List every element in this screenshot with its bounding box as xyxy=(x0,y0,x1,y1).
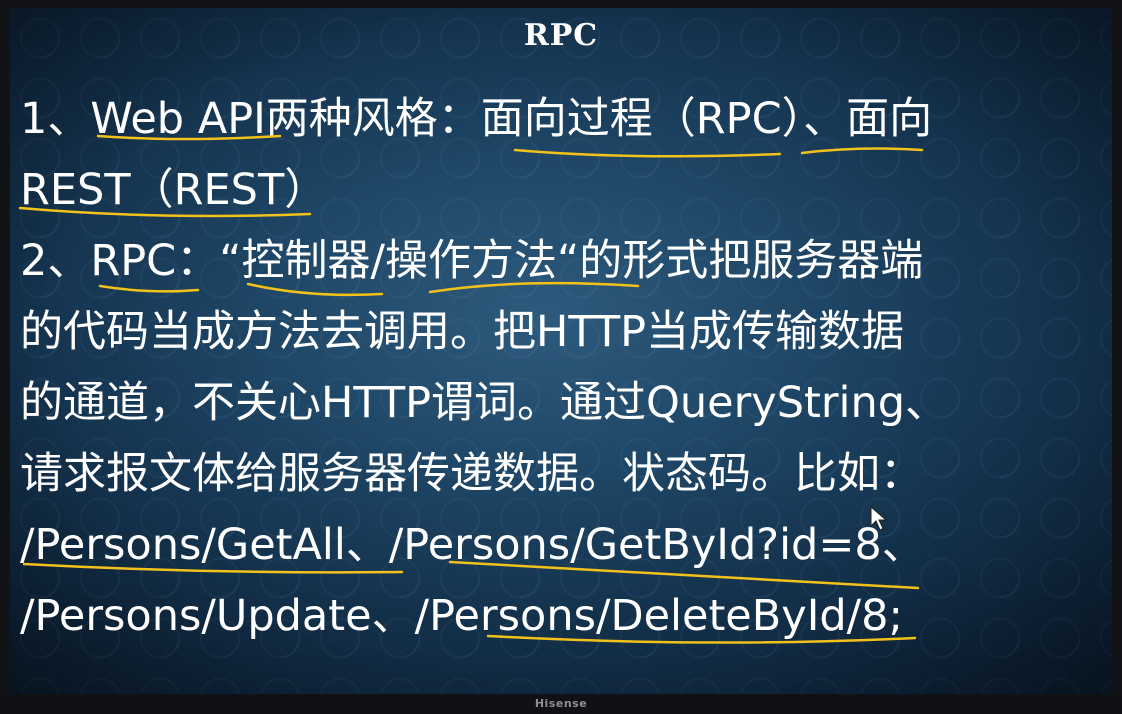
mouse-pointer-icon xyxy=(870,506,888,531)
body-line-6: 请求报文体给服务器传递数据。状态码。比如： xyxy=(20,449,923,499)
body-line-1: 1、Web API两种风格：面向过程（RPC）、面向 xyxy=(20,94,933,144)
body-line-2: REST（REST） xyxy=(20,165,328,215)
body-line-3: 2、RPC：“控制器/操作方法“的形式把服务器端 xyxy=(20,236,924,286)
tv-bezel-bottom: Hisense xyxy=(0,694,1122,714)
body-line-5: 的通道，不关心HTTP谓词。通过QueryString、 xyxy=(20,378,949,428)
presentation-slide: RPC 1、Web API两种风格：面向过程（RPC）、面向 REST（REST… xyxy=(10,8,1112,694)
tv-brand-logo: Hisense xyxy=(534,697,588,710)
tv-frame: RPC 1、Web API两种风格：面向过程（RPC）、面向 REST（REST… xyxy=(0,0,1122,714)
body-line-8: /Persons/Update、/Persons/DeleteById/8; xyxy=(20,591,904,641)
body-line-4: 的代码当成方法去调用。把HTTP当成传输数据 xyxy=(20,307,905,357)
slide-title: RPC xyxy=(523,18,599,53)
body-line-7: /Persons/GetAll、/Persons/GetById?id=8、 xyxy=(20,520,925,570)
slide-body: 1、Web API两种风格：面向过程（RPC）、面向 REST（REST） 2、… xyxy=(20,84,1105,652)
